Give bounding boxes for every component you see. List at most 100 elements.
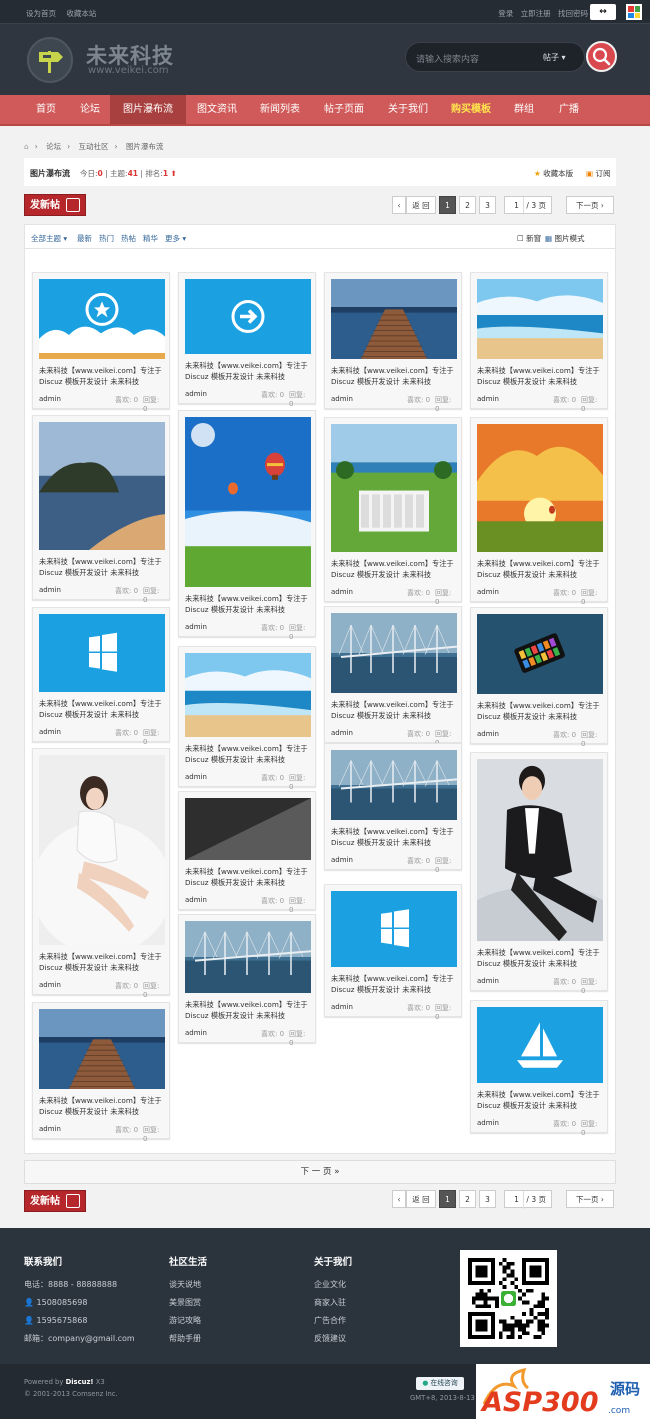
new-post-button-bottom[interactable]: 发新帖 <box>24 1190 86 1212</box>
thread-card[interactable]: 未来科技【www.veikei.com】专注于Discuz 模板开发设计 未来科… <box>32 748 172 999</box>
nav-item[interactable]: 图片瀑布流 <box>110 95 186 124</box>
thread-title[interactable]: 未来科技【www.veikei.com】专注于Discuz 模板开发设计 未来科… <box>331 699 459 721</box>
thread-card[interactable]: 未来科技【www.veikei.com】专注于Discuz 模板开发设计 未来科… <box>178 646 316 791</box>
thread-card[interactable]: 未来科技【www.veikei.com】专注于Discuz 模板开发设计 未来科… <box>178 410 316 641</box>
thread-card[interactable]: 未来科技【www.veikei.com】专注于Discuz 模板开发设计 未来科… <box>460 752 620 995</box>
search-category-select[interactable]: 帖子 ▾ <box>543 52 566 63</box>
footer-link[interactable]: 帮助手册 <box>169 1330 207 1348</box>
thread-thumbnail[interactable] <box>477 424 603 552</box>
author[interactable]: admin <box>39 1125 61 1133</box>
footer-link[interactable]: 谈天说地 <box>169 1276 207 1294</box>
thread-thumbnail[interactable] <box>185 921 312 993</box>
thread-title[interactable]: 未来科技【www.veikei.com】专注于Discuz 模板开发设计 未来科… <box>331 973 459 995</box>
author[interactable]: admin <box>331 729 353 737</box>
thread-thumbnail[interactable] <box>185 279 311 354</box>
thread-thumbnail[interactable] <box>477 614 603 694</box>
thread-title[interactable]: 未来科技【www.veikei.com】专注于Discuz 模板开发设计 未来科… <box>477 558 605 580</box>
thread-title[interactable]: 未来科技【www.veikei.com】专注于Discuz 模板开发设计 未来科… <box>477 947 605 969</box>
footer-link[interactable]: 商家入驻 <box>314 1294 352 1312</box>
author[interactable]: admin <box>185 896 207 904</box>
pager-back-button[interactable]: 返 回 <box>406 196 436 214</box>
search-input[interactable]: 请输入搜索内容 <box>416 52 479 65</box>
footer-link[interactable]: 反馈建议 <box>314 1330 352 1348</box>
thread-title[interactable]: 未来科技【www.veikei.com】专注于Discuz 模板开发设计 未来科… <box>185 743 313 765</box>
author[interactable]: admin <box>331 588 353 596</box>
breadcrumb-forum[interactable]: 论坛 <box>46 142 61 151</box>
nav-item[interactable]: 关于我们 <box>376 95 440 124</box>
thread-card[interactable]: 未来科技【www.veikei.com】专注于Discuz 模板开发设计 未来科… <box>32 272 170 413</box>
filter-hot[interactable]: 热门 <box>99 233 114 244</box>
favorite-forum-button[interactable]: ★ 收藏本版 <box>534 168 573 179</box>
thread-card[interactable]: 未来科技【www.veikei.com】专注于Discuz 模板开发设计 未来科… <box>178 791 316 914</box>
thread-card[interactable]: 未来科技【www.veikei.com】专注于Discuz 模板开发设计 未来科… <box>178 272 316 408</box>
footer-link[interactable]: 企业文化 <box>314 1276 352 1294</box>
author[interactable]: admin <box>185 390 207 398</box>
thread-thumbnail[interactable] <box>39 422 165 550</box>
thread-card[interactable]: 未来科技【www.veikei.com】专注于Discuz 模板开发设计 未来科… <box>324 606 462 747</box>
thread-thumbnail[interactable] <box>39 1009 165 1089</box>
pager-page-3[interactable]: 3 <box>479 196 496 214</box>
thread-title[interactable]: 未来科技【www.veikei.com】专注于Discuz 模板开发设计 未来科… <box>477 1089 605 1111</box>
thread-card[interactable]: 未来科技【www.veikei.com】专注于Discuz 模板开发设计 未来科… <box>470 272 608 413</box>
picture-mode-toggle[interactable]: ▦ 图片模式 <box>545 233 584 244</box>
pager-page-1[interactable]: 1 <box>439 196 456 214</box>
pager-next-button[interactable]: 下一页 › <box>566 196 614 214</box>
thread-title[interactable]: 未来科技【www.veikei.com】专注于Discuz 模板开发设计 未来科… <box>185 999 313 1021</box>
filter-all[interactable]: 全部主题 ▾ <box>31 233 67 244</box>
author[interactable]: admin <box>39 728 61 736</box>
author[interactable]: admin <box>39 395 61 403</box>
thread-title[interactable]: 未来科技【www.veikei.com】专注于Discuz 模板开发设计 未来科… <box>39 951 167 973</box>
thread-title[interactable]: 未来科技【www.veikei.com】专注于Discuz 模板开发设计 未来科… <box>39 698 167 720</box>
next-page-button[interactable]: 下 一 页 » <box>24 1160 616 1184</box>
pager-page-2[interactable]: 2 <box>459 196 476 214</box>
subscribe-button[interactable]: ▣ 订阅 <box>586 168 610 179</box>
nav-item[interactable]: 论坛 <box>70 95 110 124</box>
style-switch-icon[interactable] <box>626 4 642 20</box>
thread-thumbnail[interactable] <box>331 891 457 967</box>
author[interactable]: admin <box>477 977 499 985</box>
nav-item[interactable]: 帖子页面 <box>312 95 376 124</box>
thread-thumbnail[interactable] <box>331 424 457 552</box>
thread-thumbnail[interactable] <box>460 759 620 960</box>
register-link[interactable]: 立即注册 <box>521 9 551 18</box>
thread-title[interactable]: 未来科技【www.veikei.com】专注于Discuz 模板开发设计 未来科… <box>39 1095 167 1117</box>
thread-title[interactable]: 未来科技【www.veikei.com】专注于Discuz 模板开发设计 未来科… <box>331 365 459 387</box>
thread-card[interactable]: 未来科技【www.veikei.com】专注于Discuz 模板开发设计 未来科… <box>324 417 462 606</box>
nav-item[interactable]: 购买模板 <box>440 95 502 124</box>
footer-link[interactable]: 游记攻略 <box>169 1312 207 1330</box>
thread-title[interactable]: 未来科技【www.veikei.com】专注于Discuz 模板开发设计 未来科… <box>39 365 167 387</box>
author[interactable]: admin <box>185 623 207 631</box>
new-window-checkbox[interactable]: ☐ 新窗 <box>517 233 541 244</box>
pager-page-3[interactable]: 3 <box>479 1190 496 1208</box>
filter-more[interactable]: 更多 ▾ <box>165 233 186 244</box>
thread-title[interactable]: 未来科技【www.veikei.com】专注于Discuz 模板开发设计 未来科… <box>185 360 313 382</box>
author[interactable]: admin <box>185 773 207 781</box>
thread-thumbnail[interactable] <box>331 750 458 820</box>
pager-jump-input[interactable]: 1 / 3 页 <box>504 196 552 215</box>
footer-link[interactable]: 广告合作 <box>314 1312 352 1330</box>
thread-card[interactable]: 未来科技【www.veikei.com】专注于Discuz 模板开发设计 未来科… <box>32 415 170 604</box>
author[interactable]: admin <box>477 588 499 596</box>
thread-title[interactable]: 未来科技【www.veikei.com】专注于Discuz 模板开发设计 未来科… <box>39 556 167 578</box>
author[interactable]: admin <box>331 395 353 403</box>
new-post-button[interactable]: 发新帖 <box>24 194 86 216</box>
thread-title[interactable]: 未来科技【www.veikei.com】专注于Discuz 模板开发设计 未来科… <box>185 866 313 888</box>
set-home-link[interactable]: 设为首页 <box>26 9 56 18</box>
pager-jump-input[interactable]: 1 / 3 页 <box>504 1190 552 1209</box>
nav-item[interactable]: 首页 <box>24 95 68 124</box>
bookmark-site-link[interactable]: 收藏本站 <box>66 9 96 18</box>
thread-card[interactable]: 未来科技【www.veikei.com】专注于Discuz 模板开发设计 未来科… <box>178 914 316 1047</box>
thread-title[interactable]: 未来科技【www.veikei.com】专注于Discuz 模板开发设计 未来科… <box>477 365 605 387</box>
thread-title[interactable]: 未来科技【www.veikei.com】专注于Discuz 模板开发设计 未来科… <box>185 593 313 615</box>
online-consult-button[interactable]: ● 在线咨询 <box>416 1377 464 1390</box>
author[interactable]: admin <box>331 1003 353 1011</box>
nav-item[interactable]: 新闻列表 <box>248 95 312 124</box>
thread-card[interactable]: 未来科技【www.veikei.com】专注于Discuz 模板开发设计 未来科… <box>324 272 462 413</box>
thread-thumbnail[interactable] <box>39 279 165 359</box>
thread-card[interactable]: 未来科技【www.veikei.com】专注于Discuz 模板开发设计 未来科… <box>470 607 608 748</box>
filter-digest[interactable]: 精华 <box>143 233 158 244</box>
thread-thumbnail[interactable] <box>477 279 603 359</box>
pager-next-button[interactable]: 下一页 › <box>566 1190 614 1208</box>
thread-card[interactable]: 未来科技【www.veikei.com】专注于Discuz 模板开发设计 未来科… <box>324 884 462 1021</box>
nav-item[interactable]: 广播 <box>546 95 592 124</box>
